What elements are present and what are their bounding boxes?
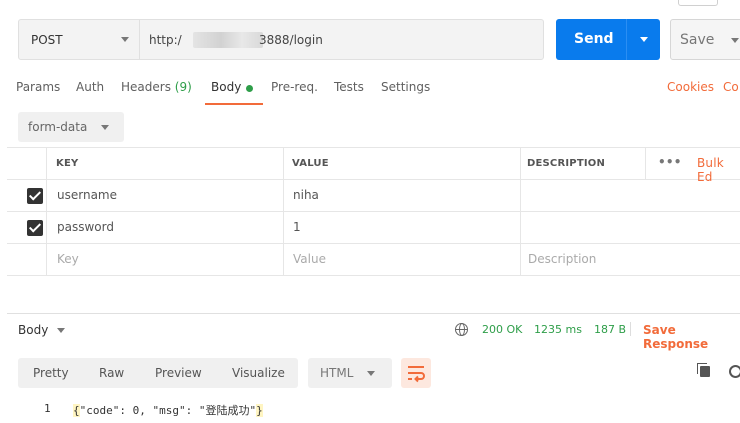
tab-auth[interactable]: Auth [76, 80, 104, 94]
tab-params[interactable]: Params [16, 80, 60, 94]
row-checkbox-username[interactable] [27, 188, 43, 204]
tab-headers-count: (9) [174, 80, 192, 94]
tab-settings[interactable]: Settings [381, 80, 430, 94]
row-key-password[interactable]: password [57, 220, 114, 234]
chevron-down-icon[interactable] [640, 37, 648, 42]
view-tab-visualize[interactable]: Visualize [232, 366, 285, 380]
url-redacted-host [193, 32, 263, 48]
response-size[interactable]: 187 B [594, 323, 626, 336]
view-tab-preview[interactable]: Preview [155, 366, 202, 380]
bulk-edit-label: Bulk Ed [697, 156, 724, 184]
row-checkbox-password[interactable] [27, 220, 43, 236]
table-col-divider [46, 147, 47, 276]
view-tab-raw[interactable]: Raw [99, 366, 124, 380]
table-col-divider [520, 147, 521, 276]
row-key-username[interactable]: username [57, 188, 117, 202]
row-value-username[interactable]: niha [293, 188, 319, 202]
divider [630, 322, 631, 336]
body-mode-label: form-data [28, 120, 88, 134]
save-label: Save [680, 32, 715, 48]
chevron-down-icon [367, 371, 375, 376]
chevron-down-icon[interactable] [731, 38, 739, 43]
response-title: Body [18, 323, 49, 337]
tab-tests[interactable]: Tests [334, 80, 364, 94]
table-top-border [7, 147, 740, 148]
search-icon[interactable] [729, 365, 740, 378]
chevron-down-icon[interactable] [57, 328, 65, 333]
code-link[interactable]: Co [723, 80, 739, 94]
response-format-select[interactable]: HTML [308, 358, 392, 388]
window-edge-fragment [678, 0, 718, 6]
brace-close: } [256, 404, 263, 417]
active-tab-indicator [205, 103, 263, 105]
send-label: Send [574, 31, 614, 47]
copy-icon[interactable] [697, 363, 710, 377]
wrap-icon [408, 366, 425, 383]
code-body: "code": 0, "msg": "登陆成功" [79, 404, 257, 417]
request-tabs: Params Auth Headers (9) Body Pre-req. Te… [0, 80, 740, 100]
row-value-password[interactable]: 1 [293, 220, 301, 234]
globe-icon[interactable] [455, 323, 468, 336]
tab-prereq[interactable]: Pre-req. [271, 80, 318, 94]
table-row-border [7, 211, 740, 212]
body-active-dot-icon [246, 85, 253, 92]
tab-headers[interactable]: Headers (9) [121, 80, 192, 94]
request-bar: POST http:/ 3888/login [18, 19, 544, 60]
table-row-border [7, 275, 740, 276]
view-tab-pretty[interactable]: Pretty [33, 366, 69, 380]
table-col-divider [283, 147, 284, 276]
status-code[interactable]: 200 OK [482, 323, 522, 336]
response-time[interactable]: 1235 ms [534, 323, 582, 336]
tab-body[interactable]: Body [211, 80, 241, 94]
line-number: 1 [44, 402, 51, 415]
new-key-input[interactable]: Key [57, 252, 79, 266]
send-divider [626, 19, 627, 60]
response-separator [7, 313, 740, 314]
bulk-edit-link[interactable]: Bulk Ed [697, 156, 740, 184]
new-description-input[interactable]: Description [528, 252, 596, 266]
chevron-down-icon [121, 37, 129, 42]
new-value-input[interactable]: Value [293, 252, 326, 266]
more-options-icon[interactable]: ••• [658, 155, 682, 169]
body-mode-select[interactable]: form-data [18, 112, 124, 142]
tab-headers-label: Headers [121, 80, 171, 94]
cookies-link[interactable]: Cookies [667, 80, 714, 94]
save-button[interactable]: Save [670, 19, 740, 60]
wrap-lines-button[interactable] [401, 358, 431, 388]
chevron-down-icon [101, 125, 109, 130]
save-response-button[interactable]: Save Response [643, 323, 740, 351]
column-header-key: KEY [56, 158, 79, 169]
url-prefix[interactable]: http:/ [149, 33, 182, 47]
response-body-dropdown[interactable]: Body [18, 323, 48, 337]
column-header-value: VALUE [292, 158, 329, 169]
brace-open: { [73, 404, 80, 417]
method-selector[interactable]: POST [19, 20, 140, 59]
method-label: POST [31, 33, 63, 47]
url-suffix[interactable]: 3888/login [259, 33, 323, 47]
table-row-border [7, 243, 740, 244]
table-col-divider [645, 147, 646, 180]
response-code: {"code": 0, "msg": "登陆成功"} [73, 402, 263, 418]
format-label: HTML [320, 366, 354, 380]
table-header-border [7, 179, 740, 180]
send-button[interactable]: Send [556, 19, 660, 60]
column-header-description: DESCRIPTION [527, 158, 606, 169]
response-view-tabs: Pretty Raw Preview Visualize [18, 358, 298, 388]
